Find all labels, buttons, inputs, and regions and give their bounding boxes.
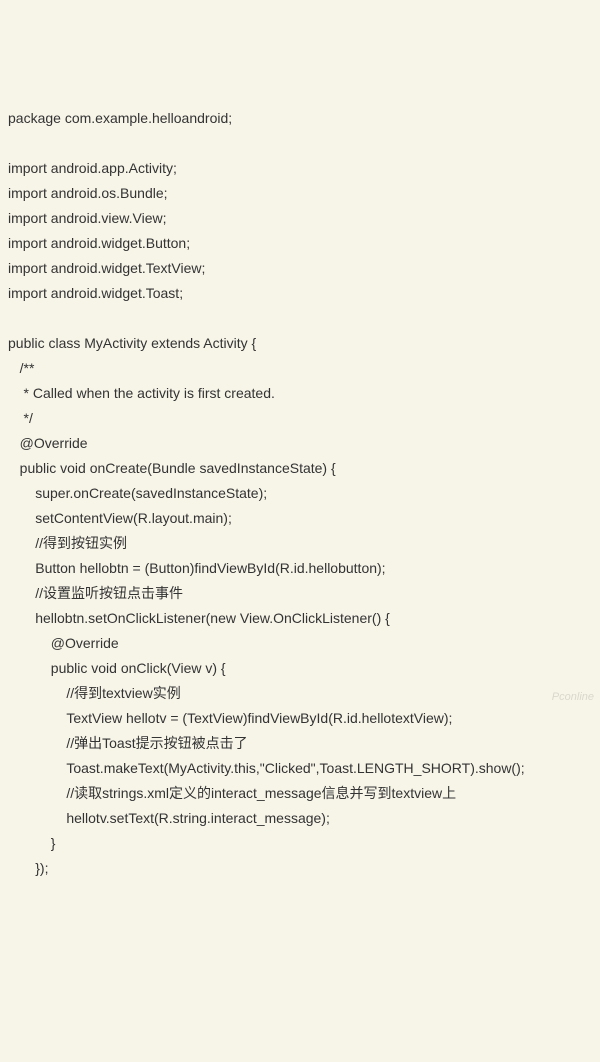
code-line: import android.widget.TextView;: [8, 260, 205, 276]
code-line: public void onCreate(Bundle savedInstanc…: [8, 460, 336, 476]
code-line: //设置监听按钮点击事件: [8, 585, 183, 601]
code-line: }: [8, 835, 55, 851]
code-line: /**: [8, 360, 34, 376]
code-line: @Override: [8, 635, 119, 651]
code-line: */: [8, 410, 33, 426]
code-line: * Called when the activity is first crea…: [8, 385, 275, 401]
code-line: setContentView(R.layout.main);: [8, 510, 232, 526]
code-line: import android.os.Bundle;: [8, 185, 168, 201]
code-line: //得到按钮实例: [8, 535, 127, 551]
code-line: //得到textview实例: [8, 685, 181, 701]
code-line: import android.app.Activity;: [8, 160, 177, 176]
code-line: @Override: [8, 435, 88, 451]
code-line: public class MyActivity extends Activity…: [8, 335, 256, 351]
code-line: super.onCreate(savedInstanceState);: [8, 485, 267, 501]
code-line: });: [8, 860, 48, 876]
code-line: package com.example.helloandroid;: [8, 110, 232, 126]
code-line: Toast.makeText(MyActivity.this,"Clicked"…: [8, 760, 525, 776]
code-line: import android.widget.Toast;: [8, 285, 183, 301]
code-line: //读取strings.xml定义的interact_message信息并写到t…: [8, 785, 456, 801]
code-line: public void onClick(View v) {: [8, 660, 226, 676]
code-line: TextView hellotv = (TextView)findViewByI…: [8, 710, 452, 726]
code-line: //弹出Toast提示按钮被点击了: [8, 735, 248, 751]
code-line: import android.widget.Button;: [8, 235, 190, 251]
code-line: Button hellobtn = (Button)findViewById(R…: [8, 560, 386, 576]
code-block: package com.example.helloandroid; import…: [8, 106, 600, 881]
code-line: hellobtn.setOnClickListener(new View.OnC…: [8, 610, 390, 626]
code-line: import android.view.View;: [8, 210, 166, 226]
code-line: hellotv.setText(R.string.interact_messag…: [8, 810, 330, 826]
